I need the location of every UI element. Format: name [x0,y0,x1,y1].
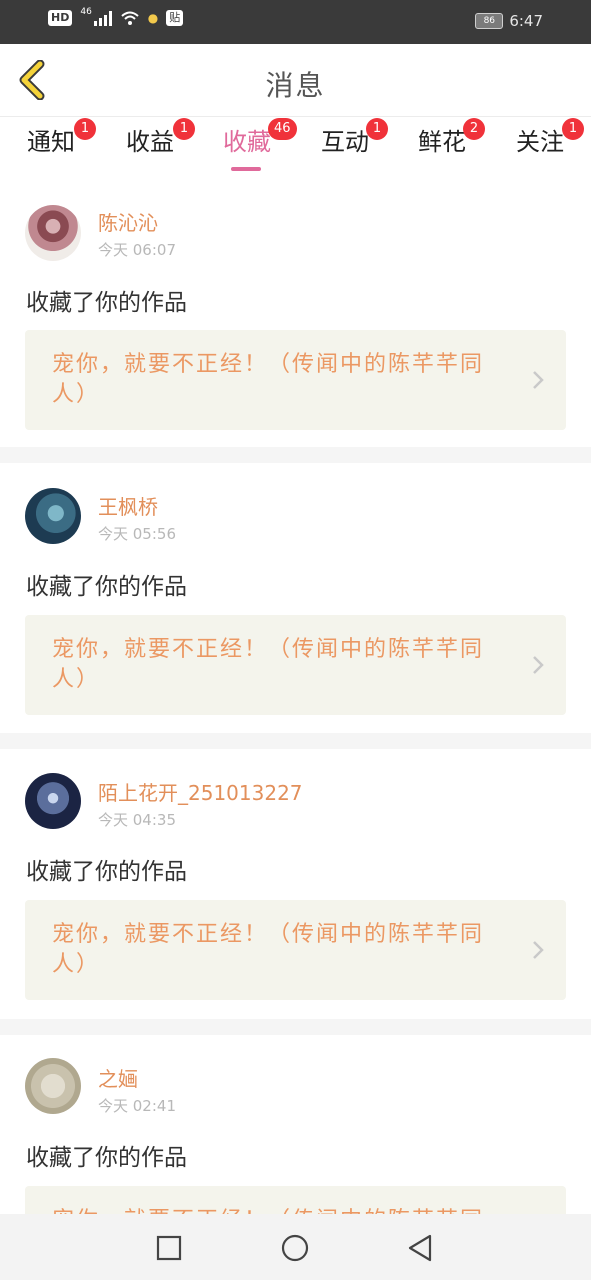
avatar[interactable] [25,1058,81,1114]
action-text: 收藏了你的作品 [26,1145,187,1171]
chevron-right-icon [533,656,544,674]
list-item: 陈沁沁 今天 06:07 收藏了你的作品 宠你，就要不正经！（传闻中的陈芊芊同人… [0,175,591,447]
circle-icon [281,1234,309,1262]
triangle-back-icon [408,1234,432,1262]
avatar[interactable] [25,488,81,544]
work-title: 宠你，就要不正经！（传闻中的陈芊芊同人） [52,637,485,692]
status-bar: HD 46 ● 贴 86 6:47 [0,0,591,44]
network-type: 46 [80,7,92,17]
unread-badge: 1 [74,118,96,140]
page-title: 消息 [265,69,326,102]
work-link[interactable]: 宠你，就要不正经！（传闻中的陈芊芊同人） [25,615,566,715]
action-text: 收藏了你的作品 [26,859,187,885]
work-title: 宠你，就要不正经！（传闻中的陈芊芊同人） [52,352,485,407]
recent-apps-button[interactable] [155,1234,183,1262]
unread-badge: 1 [562,118,584,140]
unread-badge: 46 [268,118,297,140]
timestamp: 今天 05:56 [98,525,176,543]
user-name[interactable]: 陈沁沁 [98,207,158,236]
chevron-right-icon [533,941,544,959]
list-item: 王枫桥 今天 05:56 收藏了你的作品 宠你，就要不正经！（传闻中的陈芊芊同人… [0,463,591,733]
tab-interactions[interactable]: 互动 1 [310,118,388,157]
work-link[interactable]: 宠你，就要不正经！（传闻中的陈芊芊同人） [25,900,566,1000]
back-nav-button[interactable] [406,1234,434,1262]
tab-notifications[interactable]: 通知 1 [16,118,96,157]
app-header: 消息 [0,44,591,117]
tab-favorites[interactable]: 收藏 46 [212,118,297,157]
unread-badge: 1 [366,118,388,140]
system-nav-bar [0,1214,591,1280]
unread-badge: 2 [463,118,485,140]
home-button[interactable] [281,1234,309,1262]
tab-earnings[interactable]: 收益 1 [115,118,195,157]
timestamp: 今天 04:35 [98,811,176,829]
list-item: 之婳 今天 02:41 收藏了你的作品 宠你，就要不正经！（传闻中的陈芊芊同人） [0,1035,591,1214]
hd-icon: HD [48,10,73,26]
bulb-icon: ● [147,11,159,25]
divider [0,733,591,749]
divider [0,447,591,463]
user-name[interactable]: 之婳 [98,1063,138,1092]
timestamp: 今天 02:41 [98,1097,176,1115]
active-tab-indicator [231,167,261,171]
timestamp: 今天 06:07 [98,241,176,259]
clock: 6:47 [509,12,543,30]
unread-badge: 1 [173,118,195,140]
tab-follows[interactable]: 关注 1 [505,118,584,157]
wifi-icon [120,10,140,26]
user-name[interactable]: 陌上花开_251013227 [98,777,303,806]
square-icon [156,1235,182,1261]
tab-flowers[interactable]: 鲜花 2 [407,118,485,157]
action-text: 收藏了你的作品 [26,290,187,316]
status-left: HD 46 ● 贴 [48,7,184,26]
signal-icon [93,10,112,26]
message-tabs: 通知 1 收益 1 收藏 46 互动 1 鲜花 2 关注 1 [0,117,591,173]
list-item: 陌上花开_251013227 今天 04:35 收藏了你的作品 宠你，就要不正经… [0,749,591,1019]
chevron-right-icon [533,371,544,389]
avatar[interactable] [25,205,81,261]
action-text: 收藏了你的作品 [26,574,187,600]
tie-icon: 贴 [166,10,184,26]
work-link[interactable]: 宠你，就要不正经！（传闻中的陈芊芊同人） [25,330,566,430]
avatar[interactable] [25,773,81,829]
user-name[interactable]: 王枫桥 [98,491,158,520]
work-link[interactable]: 宠你，就要不正经！（传闻中的陈芊芊同人） [25,1186,566,1214]
battery-icon: 86 [475,13,504,29]
divider [0,1019,591,1035]
work-title: 宠你，就要不正经！（传闻中的陈芊芊同人） [52,922,485,977]
status-right: 86 6:47 [475,12,543,30]
work-title: 宠你，就要不正经！（传闻中的陈芊芊同人） [52,1206,492,1214]
